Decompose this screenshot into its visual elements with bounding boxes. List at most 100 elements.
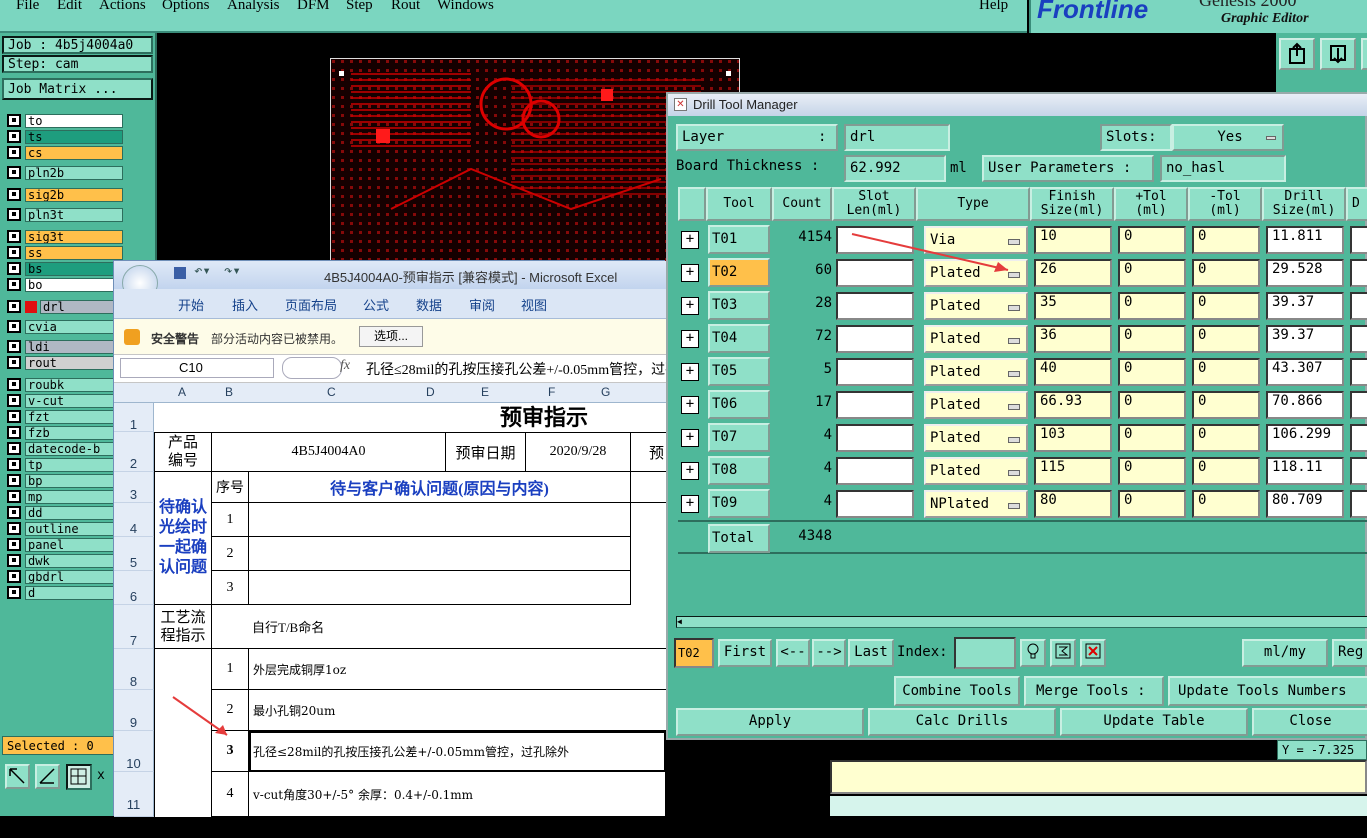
- layer-name[interactable]: to: [25, 113, 123, 128]
- slot-len-field[interactable]: [836, 490, 914, 518]
- minus-tol-field[interactable]: 0: [1192, 358, 1260, 386]
- type-dropdown[interactable]: Plated: [924, 391, 1028, 419]
- redo-icon[interactable]: ↷▾: [224, 263, 241, 279]
- extra-field[interactable]: [1350, 358, 1367, 386]
- layer-name[interactable]: sig3t: [25, 229, 123, 244]
- layer-name[interactable]: fzb: [25, 425, 123, 440]
- layer-checkbox[interactable]: [7, 278, 21, 291]
- layer-row[interactable]: datecode-b: [7, 441, 123, 456]
- menu-rout[interactable]: Rout: [391, 0, 420, 14]
- plus-tol-field[interactable]: 0: [1118, 226, 1186, 254]
- col-g[interactable]: G: [601, 385, 610, 399]
- finish-size-field[interactable]: 36: [1034, 325, 1112, 353]
- plus-tol-field[interactable]: 0: [1118, 259, 1186, 287]
- extra-field[interactable]: [1350, 259, 1367, 287]
- row-header-1[interactable]: 1: [114, 403, 154, 432]
- expand-plus-icon[interactable]: +: [681, 429, 699, 447]
- tool-button[interactable]: T03: [708, 291, 770, 320]
- tool-button[interactable]: T04: [708, 324, 770, 353]
- issues-header-cell[interactable]: 待与客户确认问题(原因与内容): [249, 472, 631, 503]
- drill-size-field[interactable]: 80.709: [1266, 490, 1344, 518]
- index-field[interactable]: [954, 637, 1016, 669]
- layer-name[interactable]: panel: [25, 537, 123, 552]
- date-value-cell[interactable]: 2020/9/28: [526, 432, 631, 472]
- fx-icon[interactable]: fx: [340, 358, 350, 374]
- type-dropdown[interactable]: NPlated: [924, 490, 1028, 518]
- layer-checkbox[interactable]: [7, 586, 21, 599]
- menu-actions[interactable]: Actions: [99, 0, 146, 14]
- step-4-num-cell[interactable]: 4: [212, 772, 249, 817]
- finish-size-field[interactable]: 103: [1034, 424, 1112, 452]
- minus-tol-field[interactable]: 0: [1192, 424, 1260, 452]
- tool-button[interactable]: T09: [708, 489, 770, 518]
- plus-tol-field[interactable]: 0: [1118, 391, 1186, 419]
- close-button[interactable]: Close: [1252, 708, 1367, 736]
- job-matrix-button[interactable]: Job Matrix ...: [2, 78, 153, 100]
- layer-checkbox[interactable]: [7, 522, 21, 535]
- seq-label-cell[interactable]: 序号: [212, 472, 249, 503]
- drill-size-field[interactable]: 70.866: [1266, 391, 1344, 419]
- blank-cell[interactable]: [631, 472, 666, 503]
- layer-name[interactable]: rout: [25, 355, 123, 370]
- expand-plus-icon[interactable]: +: [681, 297, 699, 315]
- layer-checkbox[interactable]: [7, 262, 21, 275]
- layer-checkbox[interactable]: [7, 538, 21, 551]
- first-button[interactable]: First: [718, 639, 772, 667]
- measure-tool-icon[interactable]: [35, 764, 60, 789]
- layer-row[interactable]: bp: [7, 473, 123, 488]
- plus-tol-field[interactable]: 0: [1118, 457, 1186, 485]
- row-header-4[interactable]: 4: [114, 503, 154, 537]
- menu-edit[interactable]: Edit: [57, 0, 82, 14]
- minus-tol-field[interactable]: 0: [1192, 391, 1260, 419]
- layer-name[interactable]: ts: [25, 129, 123, 144]
- layer-name[interactable]: ldi: [25, 339, 123, 354]
- layer-name[interactable]: dd: [25, 505, 123, 520]
- name-box[interactable]: C10: [120, 358, 274, 378]
- slots-dropdown[interactable]: Yes: [1172, 124, 1284, 151]
- undo-icon[interactable]: ↶▾: [194, 263, 211, 279]
- extra-field[interactable]: [1350, 226, 1367, 254]
- layer-row[interactable]: sig3t: [7, 229, 123, 244]
- tool-button[interactable]: T05: [708, 357, 770, 386]
- date-extra-cell[interactable]: 预: [631, 432, 666, 472]
- layer-checkbox[interactable]: [7, 188, 21, 201]
- seq-2-cell[interactable]: 2: [212, 537, 249, 571]
- save-icon[interactable]: [174, 267, 186, 279]
- layer-name[interactable]: drl: [40, 299, 123, 314]
- layer-checkbox[interactable]: [7, 300, 21, 313]
- prev-button[interactable]: <--: [776, 639, 810, 667]
- menu-analysis[interactable]: Analysis: [227, 0, 280, 14]
- layer-checkbox[interactable]: [7, 394, 21, 407]
- minus-tol-field[interactable]: 0: [1192, 292, 1260, 320]
- layer-row[interactable]: roubk: [7, 377, 123, 392]
- layer-name[interactable]: cvia: [25, 319, 123, 334]
- layer-name[interactable]: datecode-b: [25, 441, 123, 456]
- ribbon-tab-home[interactable]: 开始: [178, 295, 204, 314]
- layer-row[interactable]: to: [7, 113, 123, 128]
- issue-3-cell[interactable]: [249, 571, 631, 605]
- col-c[interactable]: C: [327, 385, 336, 399]
- layer-name[interactable]: bp: [25, 473, 123, 488]
- minus-tol-field[interactable]: 0: [1192, 457, 1260, 485]
- layer-checkbox[interactable]: [7, 130, 21, 143]
- plus-tol-field[interactable]: 0: [1118, 358, 1186, 386]
- layer-row[interactable]: bs: [7, 261, 123, 276]
- layer-checkbox[interactable]: [7, 114, 21, 127]
- step-3-cell-selected[interactable]: 孔径≤28mil的孔按压接孔公差+/-0.05mm管控，过孔除外: [249, 731, 666, 772]
- expand-plus-icon[interactable]: +: [681, 396, 699, 414]
- layer-row[interactable]: fzb: [7, 425, 123, 440]
- zoom-tool-icon[interactable]: [5, 764, 30, 789]
- ribbon-tab-layout[interactable]: 页面布局: [285, 295, 337, 314]
- step-2-cell[interactable]: 最小孔铜20um: [249, 690, 666, 731]
- ribbon-tab-insert[interactable]: 插入: [232, 295, 258, 314]
- options-button[interactable]: 选项...: [359, 326, 423, 347]
- finish-size-field[interactable]: 26: [1034, 259, 1112, 287]
- layer-row[interactable]: panel: [7, 537, 123, 552]
- minus-tol-field[interactable]: 0: [1192, 226, 1260, 254]
- expand-plus-icon[interactable]: +: [681, 264, 699, 282]
- combine-tools-button[interactable]: Combine Tools: [894, 676, 1020, 706]
- plus-tol-field[interactable]: 0: [1118, 490, 1186, 518]
- plus-tol-field[interactable]: 0: [1118, 292, 1186, 320]
- finish-size-field[interactable]: 115: [1034, 457, 1112, 485]
- finish-size-field[interactable]: 35: [1034, 292, 1112, 320]
